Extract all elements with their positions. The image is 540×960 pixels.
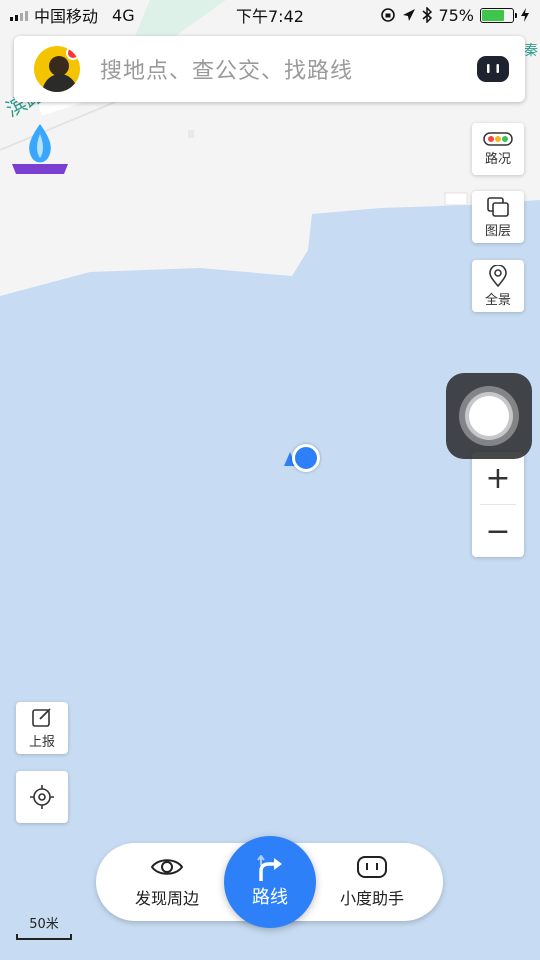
route-button[interactable]: 路线 (224, 836, 316, 928)
report-label: 上报 (28, 734, 55, 750)
layers-icon (487, 196, 509, 217)
locate-crosshair-icon (30, 785, 54, 809)
route-label: 路线 (252, 887, 288, 908)
signal-icon (10, 9, 28, 21)
route-arrow-icon (257, 855, 282, 881)
zoom-out-button[interactable]: − (472, 505, 524, 557)
scale-label: 50米 (29, 917, 59, 932)
orientation-lock-icon (381, 8, 396, 22)
layers-button[interactable]: 图层 (472, 191, 524, 243)
discover-nearby-button[interactable]: 发现周边 (112, 855, 222, 909)
assistant-robot-icon (357, 856, 387, 878)
network-type: 4G (112, 5, 135, 25)
locate-me-button[interactable] (16, 771, 68, 823)
zoom-controls: + − (472, 452, 524, 557)
panorama-pin-icon (489, 264, 507, 287)
search-input[interactable]: 搜地点、查公交、找路线 (100, 53, 475, 85)
battery-icon (480, 7, 517, 23)
zoom-in-button[interactable]: + (472, 452, 524, 504)
edit-report-icon (32, 707, 51, 727)
assistive-touch-button[interactable] (446, 373, 532, 459)
map-land (0, 0, 540, 960)
traffic-label: 路况 (484, 151, 511, 167)
report-button[interactable]: 上报 (16, 702, 68, 754)
clock: 下午7:42 (236, 7, 304, 26)
panorama-button[interactable]: 全景 (472, 260, 524, 312)
panorama-label: 全景 (484, 292, 511, 308)
charging-bolt-icon (521, 8, 529, 22)
discover-label: 发现周边 (134, 889, 199, 908)
map-edge-label: 秦 (524, 43, 538, 59)
assistive-touch-icon (459, 386, 519, 446)
notification-dot (66, 46, 80, 60)
map-scale: 50米 (16, 913, 72, 940)
assistant-button[interactable]: 小度助手 (317, 855, 427, 909)
current-location-marker (292, 444, 320, 472)
traffic-light-icon (483, 131, 513, 146)
robot-face-icon (477, 56, 509, 82)
traffic-button[interactable]: 路况 (472, 123, 524, 175)
bluetooth-icon (422, 7, 433, 23)
location-arrow-icon (403, 9, 416, 21)
assistant-robot-button[interactable] (475, 51, 511, 87)
user-avatar[interactable] (34, 46, 80, 92)
layers-label: 图层 (484, 223, 511, 239)
landmark-icon[interactable] (8, 120, 72, 176)
carrier-name: 中国移动 (34, 7, 99, 26)
scale-bar (16, 934, 72, 940)
map-canvas[interactable]: 滨路 秦 (0, 0, 540, 960)
assistant-label: 小度助手 (339, 889, 404, 908)
eye-icon (150, 859, 184, 875)
battery-percent: 75% (438, 5, 474, 25)
status-bar: 中国移动 4G 下午7:42 75% (0, 0, 540, 30)
search-bar[interactable]: 搜地点、查公交、找路线 (14, 36, 525, 102)
